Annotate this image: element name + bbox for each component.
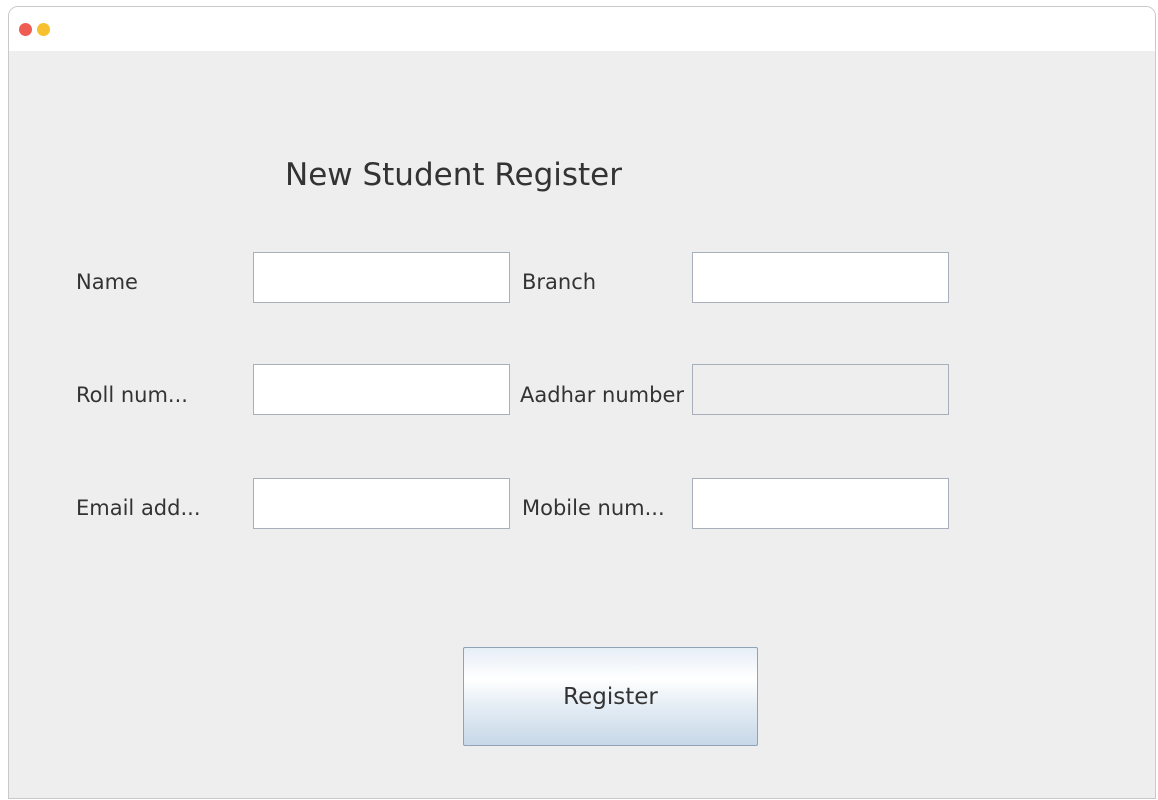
title-bar	[9, 7, 1155, 51]
aadhar-number-label: Aadhar number	[520, 383, 685, 407]
aadhar-number-input[interactable]	[692, 364, 949, 415]
roll-number-input[interactable]	[253, 364, 510, 415]
email-address-label: Email add...	[76, 496, 201, 520]
name-input[interactable]	[253, 252, 510, 303]
branch-label: Branch	[522, 270, 597, 294]
register-button[interactable]: Register	[463, 647, 758, 746]
roll-number-label: Roll num...	[76, 383, 188, 407]
minimize-window-icon[interactable]	[37, 23, 50, 36]
form-title: New Student Register	[285, 157, 622, 193]
mobile-number-input[interactable]	[692, 478, 949, 529]
branch-input[interactable]	[692, 252, 949, 303]
mobile-number-label: Mobile num...	[522, 496, 665, 520]
name-label: Name	[76, 270, 138, 294]
email-address-input[interactable]	[253, 478, 510, 529]
app-window: New Student Register Name Branch Roll nu…	[8, 6, 1156, 799]
close-window-icon[interactable]	[19, 23, 32, 36]
